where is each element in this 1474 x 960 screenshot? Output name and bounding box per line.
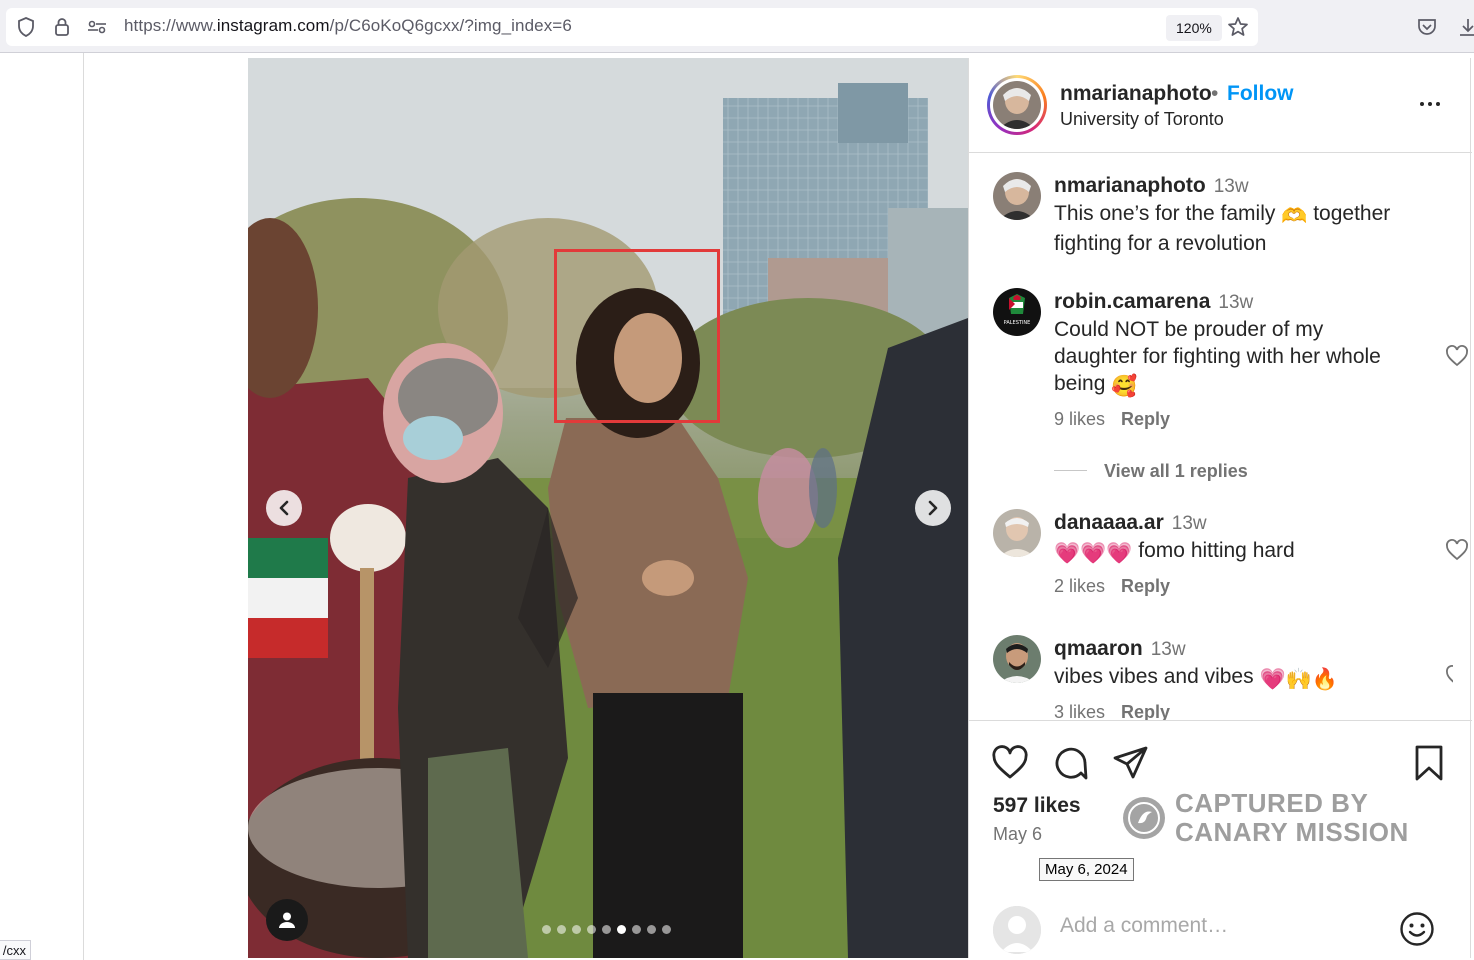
post-panel: nmarianaphoto • Follow University of Tor… [968,58,1472,958]
comment-emoji: 🥰 [1111,375,1138,398]
comment-body: nmarianaphoto 13w This one’s for the fami… [1054,172,1409,257]
chevron-left-icon [279,500,289,516]
comment-bubble-icon[interactable] [1052,744,1090,782]
status-url: cxx/ [0,940,31,960]
chevron-right-icon [928,500,938,516]
like-comment-heart-icon[interactable] [1445,664,1453,688]
comment-emoji: 💗🙌🔥 [1259,668,1338,691]
browser-toolbar: https://www.instagram.com/p/C6oKoQ6gcxx/… [0,0,1474,53]
add-comment-bar [969,898,1472,959]
more-options-icon[interactable] [1415,92,1445,116]
permissions-icon[interactable] [86,17,108,37]
comment-body: danaaaa.ar 13w 💗💗💗 fomo hitting hard [1054,509,1409,567]
commenter-avatar[interactable] [993,509,1041,557]
like-heart-icon[interactable] [991,744,1029,782]
comment-username[interactable]: robin.camarena [1054,290,1210,313]
comment-time[interactable]: 13w [1172,513,1207,534]
post-location[interactable]: University of Toronto [1060,109,1224,130]
commenter-avatar[interactable]: PALESTINE [993,288,1041,336]
carousel-dot [647,925,656,934]
carousel-dot [632,925,641,934]
carousel-indicator [542,925,671,934]
tagged-users-button[interactable] [266,899,308,941]
comment-emoji: 🫶 [1281,205,1308,228]
bookmark-star-icon[interactable] [1226,16,1250,38]
like-count[interactable]: 597 likes [993,794,1081,818]
carousel-prev-button[interactable] [266,490,302,526]
share-paper-plane-icon[interactable] [1112,744,1150,782]
url-path: /p/C6oKoQ6gcxx/?img_index=6 [329,16,572,35]
commenter-avatar[interactable] [993,635,1041,683]
comment-text: This one’s for the family [1054,202,1276,225]
separator-dot: • [1211,82,1219,105]
carousel-dot [587,925,596,934]
like-comment-heart-icon[interactable] [1445,344,1469,368]
like-comment-heart-icon[interactable] [1445,538,1469,562]
post-photo[interactable] [248,58,968,958]
author-username[interactable]: nmarianaphoto [1060,82,1212,106]
canary-logo-icon [1123,797,1165,839]
post-date[interactable]: May 6 [993,824,1042,845]
follow-button[interactable]: Follow [1227,82,1294,106]
lock-icon[interactable] [52,17,72,37]
reply-button[interactable]: Reply [1121,576,1170,596]
carousel-dot [557,925,566,934]
user-icon [279,912,295,928]
date-tooltip: May 6, 2024 [1039,858,1134,881]
comment-text: fomo hitting hard [1138,539,1295,562]
comment-emoji: 💗💗💗 [1054,542,1133,565]
shield-icon[interactable] [16,17,36,37]
carousel-dot [617,925,626,934]
face-highlight-box [554,249,720,423]
reply-button[interactable]: Reply [1121,409,1170,429]
comment-meta: 2 likes Reply [1054,576,1186,597]
comment-likes[interactable]: 2 likes [1054,576,1105,596]
comment-meta: 3 likes Reply [1054,702,1186,720]
author-avatar[interactable] [993,81,1041,129]
carousel-dot [662,925,671,934]
reply-button[interactable]: Reply [1121,702,1170,720]
url-text[interactable]: https://www.instagram.com/p/C6oKoQ6gcxx/… [124,16,572,36]
url-domain: instagram.com [216,16,330,35]
post-actions: 597 likes May 6 May 6, 2024 CAPTURED BY … [969,720,1472,958]
zoom-level[interactable]: 120% [1166,15,1222,41]
comment-text: vibes vibes and vibes [1054,665,1254,688]
carousel-next-button[interactable] [915,490,951,526]
comment-text: Could NOT be prouder of my daughter for … [1054,318,1381,395]
comment-time[interactable]: 13w [1214,176,1249,197]
comment-likes[interactable]: 3 likes [1054,702,1105,720]
pocket-icon[interactable] [1416,17,1438,37]
carousel-dot [542,925,551,934]
comment-item: qmaaron 13w vibes vibes and vibes 💗🙌🔥 3 l… [993,635,1453,720]
carousel-dot [602,925,611,934]
comment-body: qmaaron 13w vibes vibes and vibes 💗🙌🔥 [1054,635,1409,693]
current-user-avatar[interactable] [993,906,1041,954]
photo-scene [248,58,968,958]
emoji-picker-icon[interactable] [1399,911,1435,947]
watermark-line-2: CANARY MISSION [1175,817,1409,847]
watermark-line-1: CAPTURED BY [1175,788,1369,818]
canary-mission-watermark: CAPTURED BY CANARY MISSION [1123,789,1474,849]
url-prefix: https://www. [124,16,217,35]
carousel-dot [572,925,581,934]
page-divider [83,53,84,960]
comment-body: robin.camarena 13w Could NOT be prouder o… [1054,288,1409,400]
url-bar[interactable]: https://www.instagram.com/p/C6oKoQ6gcxx/… [6,8,1258,46]
add-comment-input[interactable] [1060,914,1360,938]
comment-time[interactable]: 13w [1218,292,1253,313]
replies-divider-line [1054,470,1087,471]
avatar-caption: PALESTINE [1004,320,1031,326]
comment-username[interactable]: danaaaa.ar [1054,511,1164,534]
comment-likes[interactable]: 9 likes [1054,409,1105,429]
comment-time[interactable]: 13w [1151,639,1186,660]
commenter-avatar[interactable] [993,172,1041,220]
post-header: nmarianaphoto • Follow University of Tor… [969,58,1472,153]
story-ring[interactable] [987,75,1047,135]
view-replies-link[interactable]: View all 1 replies [1104,461,1248,482]
comment-username[interactable]: qmaaron [1054,637,1143,660]
save-bookmark-icon[interactable] [1410,744,1448,782]
downloads-icon[interactable] [1458,17,1474,37]
comment-meta: 9 likes Reply [1054,409,1186,430]
comment-username[interactable]: nmarianaphoto [1054,174,1206,197]
